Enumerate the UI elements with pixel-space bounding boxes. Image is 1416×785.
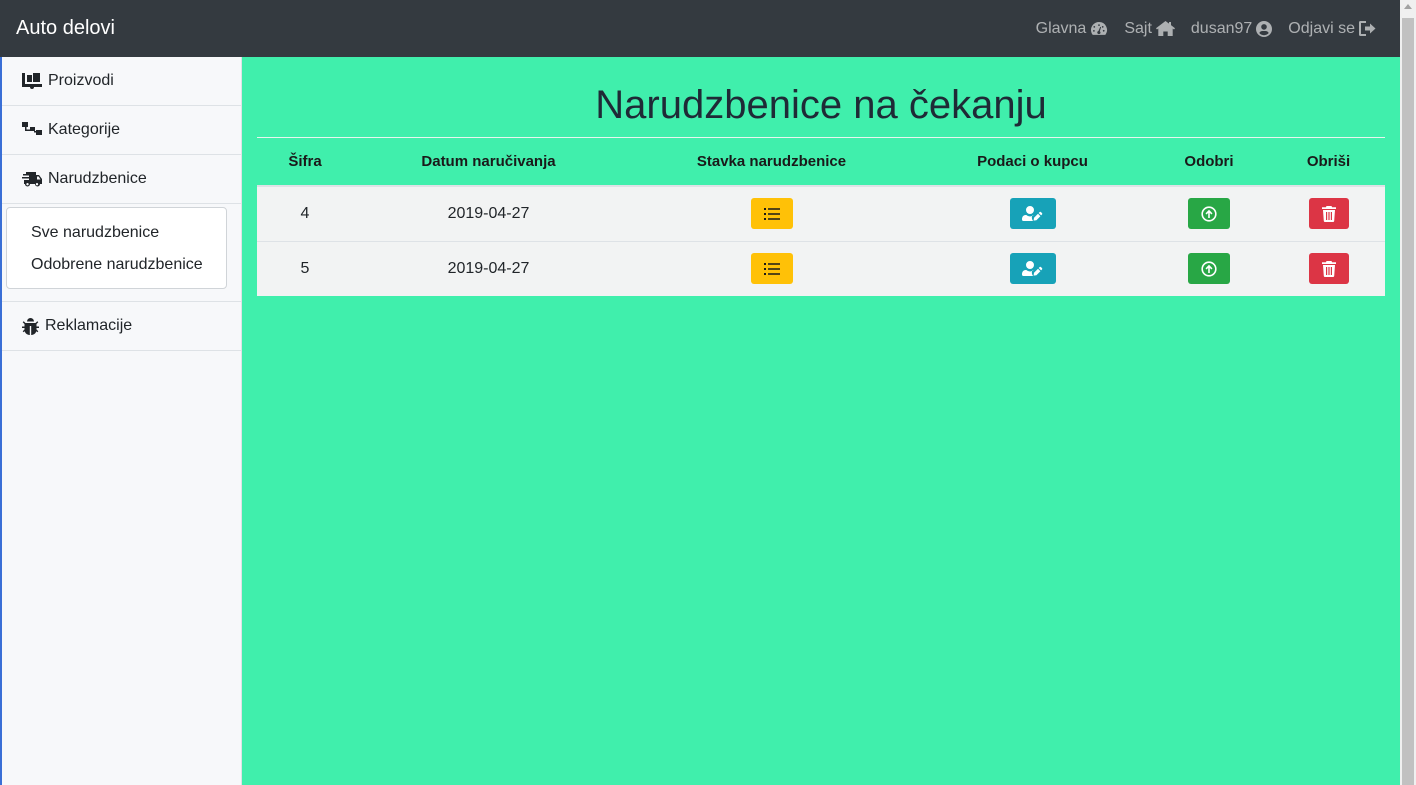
trash-icon [1321, 260, 1336, 277]
column-header-obrisi: Obriši [1272, 138, 1385, 187]
nav-link-logout[interactable]: Odjavi se [1288, 20, 1376, 38]
orders-table: Šifra Datum naručivanja Stavka narudzben… [257, 138, 1385, 296]
nav-link-label: Sajt [1124, 19, 1152, 37]
dolly-icon [22, 73, 42, 89]
cell-date: 2019-04-27 [353, 240, 624, 296]
view-items-button[interactable] [750, 253, 793, 285]
cell-delete [1272, 185, 1385, 241]
narudzbenice-submenu-area: Sve narudzbenice Odobrene narudzbenice [2, 204, 241, 302]
delete-button[interactable] [1308, 198, 1349, 230]
sidebar-item-narudzbenice[interactable]: Narudzbenice [2, 155, 241, 204]
cell-items [624, 185, 919, 241]
nav-right: Glavna Sajt dusan97 Odjavi se [1036, 20, 1376, 38]
column-header-podaci: Podaci o kupcu [919, 138, 1146, 187]
sidebar-item-reklamacije[interactable]: Reklamacije [2, 302, 241, 351]
cell-approve [1146, 240, 1272, 296]
user-edit-icon [1021, 205, 1042, 221]
sidebar-item-kategorije[interactable]: Kategorije [2, 106, 241, 155]
table-row: 4 2019-04-27 [257, 185, 1385, 241]
main-content: Narudzbenice na čekanju Šifra Datum naru… [242, 57, 1400, 785]
sidebar-item-label: Kategorije [48, 121, 121, 138]
sign-out-icon [1359, 21, 1376, 36]
arrow-circle-up-icon [1201, 261, 1217, 277]
nav-link-label: Glavna [1035, 19, 1087, 37]
narudzbenice-dropdown: Sve narudzbenice Odobrene narudzbenice [6, 207, 227, 289]
user-circle-icon [1256, 20, 1273, 37]
cell-id: 4 [257, 185, 353, 241]
sidebar-item-label: Reklamacije [45, 317, 133, 334]
nav-link-label: Odjavi se [1288, 19, 1355, 37]
column-header-sifra: Šifra [257, 138, 353, 187]
column-header-odobri: Odobri [1146, 138, 1272, 187]
user-edit-icon [1021, 260, 1042, 276]
shipping-fast-icon [22, 172, 42, 187]
sidebar-item-label: Narudzbenice [48, 170, 147, 187]
dropdown-item-odobrene-narudzbenice[interactable]: Odobrene narudzbenice [7, 254, 226, 286]
cell-delete [1272, 240, 1385, 296]
sidebar-item-label: Proizvodi [48, 72, 114, 89]
trash-icon [1321, 205, 1336, 222]
customer-info-button[interactable] [1009, 198, 1056, 230]
cell-items [624, 240, 919, 296]
page-title: Narudzbenice na čekanju [595, 83, 1047, 127]
cell-id: 5 [257, 240, 353, 296]
dropdown-item-sve-narudzbenice[interactable]: Sve narudzbenice [7, 222, 226, 254]
sidebar-item-proizvodi[interactable]: Proizvodi [2, 57, 241, 106]
table-header-row: Šifra Datum naručivanja Stavka narudzben… [257, 138, 1385, 187]
nav-link-label: dusan97 [1190, 19, 1253, 37]
bug-icon [22, 317, 39, 335]
cell-customer [919, 240, 1146, 296]
scrollbar-thumb[interactable] [1402, 18, 1414, 785]
list-icon [763, 207, 780, 220]
nav-link-sajt[interactable]: Sajt [1124, 20, 1175, 38]
column-header-datum: Datum naručivanja [353, 138, 624, 187]
approve-button[interactable] [1188, 198, 1230, 230]
sidebar: Proizvodi Kategorije Narudzbenice Sve na… [0, 57, 242, 785]
vertical-scrollbar[interactable] [1400, 0, 1416, 785]
list-icon [763, 262, 780, 275]
home-icon [1155, 21, 1175, 36]
approve-button[interactable] [1188, 253, 1230, 285]
cell-approve [1146, 185, 1272, 241]
delete-button[interactable] [1308, 253, 1349, 285]
scroll-up-arrow-icon[interactable] [1404, 4, 1412, 9]
arrow-circle-up-icon [1201, 206, 1217, 222]
cell-date: 2019-04-27 [353, 185, 624, 241]
table-row: 5 2019-04-27 [257, 240, 1385, 296]
dashboard-icon [1091, 21, 1108, 35]
customer-info-button[interactable] [1009, 253, 1056, 285]
nav-link-glavna[interactable]: Glavna [1036, 20, 1109, 38]
column-header-stavka: Stavka narudzbenice [624, 138, 919, 187]
nav-link-user[interactable]: dusan97 [1190, 19, 1273, 38]
sitemap-icon [22, 122, 42, 135]
top-navbar: Auto delovi Glavna Sajt dusan97 Odjavi s… [0, 0, 1400, 57]
cell-customer [919, 185, 1146, 241]
view-items-button[interactable] [750, 198, 793, 230]
brand-link[interactable]: Auto delovi [16, 17, 115, 40]
